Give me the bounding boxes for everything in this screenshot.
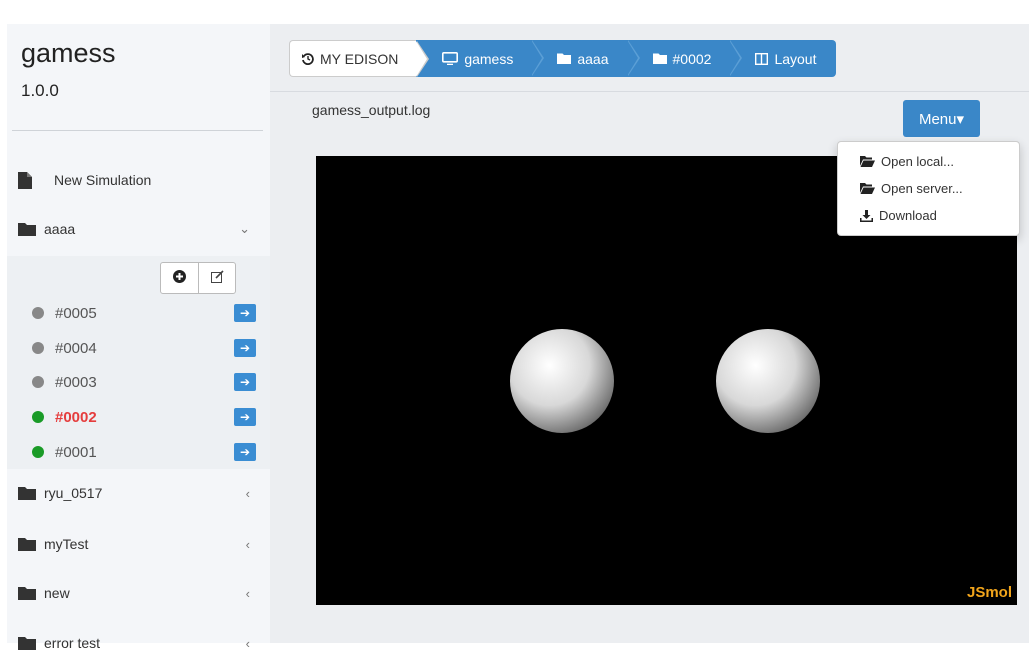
monitor-icon <box>442 52 459 65</box>
folder-icon <box>557 53 572 64</box>
breadcrumb-label: Layout <box>774 50 817 67</box>
breadcrumb-label: gamess <box>464 50 514 67</box>
job-label: #0003 <box>55 373 97 391</box>
columns-icon <box>755 52 769 65</box>
breadcrumb-job-0002[interactable]: #0002 <box>626 40 743 77</box>
job-status-dot <box>32 342 44 354</box>
folder-icon <box>18 222 40 236</box>
sidebar-folder-error-test[interactable]: error test ‹ <box>18 630 250 656</box>
sidebar-folder-aaaa[interactable]: aaaa ⌄ <box>18 216 250 242</box>
top-strip <box>0 0 1029 7</box>
open-job-button[interactable]: ➔ <box>234 304 256 322</box>
folder-icon <box>18 636 40 650</box>
jsmol-logo: JSmol <box>966 584 1012 601</box>
folder-label: new <box>44 585 70 601</box>
breadcrumb: MY EDISON gamess aaaa #0002 Layout <box>289 40 837 77</box>
edit-job-button[interactable] <box>198 263 235 293</box>
open-job-button[interactable]: ➔ <box>234 443 256 461</box>
job-item-0004[interactable]: #0004 ➔ <box>32 337 260 359</box>
arrow-right-icon: ➔ <box>239 410 251 424</box>
history-icon <box>302 52 314 65</box>
folder-label: myTest <box>44 536 89 552</box>
chevron-left-icon: ‹ <box>245 635 250 651</box>
folder-icon <box>18 537 40 551</box>
sidebar-folder-ryu-0517[interactable]: ryu_0517 ‹ <box>18 480 250 506</box>
job-label: #0002 <box>55 408 97 426</box>
job-status-dot <box>32 446 44 458</box>
menu-button[interactable]: Menu▾ <box>903 100 980 137</box>
breadcrumb-label: aaaa <box>577 50 609 67</box>
folder-label: error test <box>44 635 101 651</box>
menu-item-download[interactable]: Download <box>838 202 1019 229</box>
breadcrumb-arrow <box>531 40 543 76</box>
breadcrumb-aaaa[interactable]: aaaa <box>531 40 640 77</box>
breadcrumb-label: MY EDISON <box>320 50 399 67</box>
folder-icon <box>18 586 40 600</box>
menu-dropdown: Open local... Open server... Download <box>837 141 1020 236</box>
app-version: 1.0.0 <box>21 81 59 100</box>
arrow-right-icon: ➔ <box>239 375 251 389</box>
breadcrumb-arrow <box>729 40 741 76</box>
add-job-button[interactable] <box>161 263 198 293</box>
folder-icon <box>652 53 667 64</box>
menu-item-label: Download <box>879 208 937 223</box>
menu-item-label: Open server... <box>881 181 963 196</box>
plus-circle-icon <box>173 270 186 286</box>
job-status-dot <box>32 307 44 319</box>
chevron-left-icon: ‹ <box>245 585 250 601</box>
job-tools <box>160 262 236 294</box>
sidebar-folder-mytest[interactable]: myTest ‹ <box>18 531 250 557</box>
output-file-name: gamess_output.log <box>312 102 431 118</box>
arrow-right-icon: ➔ <box>239 445 251 459</box>
breadcrumb-gamess[interactable]: gamess <box>416 40 545 77</box>
edit-icon <box>210 270 224 286</box>
job-label: #0001 <box>55 443 97 461</box>
open-job-button[interactable]: ➔ <box>234 339 256 357</box>
atom-sphere <box>716 329 820 433</box>
sidebar-folder-new[interactable]: new ‹ <box>18 580 250 606</box>
arrow-right-icon: ➔ <box>239 306 251 320</box>
open-job-button[interactable]: ➔ <box>234 408 256 426</box>
app-title: gamess <box>21 38 116 68</box>
atom-sphere <box>510 329 614 433</box>
chevron-left-icon: ‹ <box>245 485 250 501</box>
job-item-0002[interactable]: #0002 ➔ <box>32 406 260 428</box>
menu-item-label: Open local... <box>881 154 954 169</box>
job-item-0001[interactable]: #0001 ➔ <box>32 441 260 463</box>
file-icon <box>18 171 40 189</box>
folder-label: ryu_0517 <box>44 485 103 501</box>
folder-open-icon <box>860 183 875 194</box>
job-item-0005[interactable]: #0005 ➔ <box>32 302 260 324</box>
breadcrumb-arrow <box>626 40 638 76</box>
job-status-dot <box>32 411 44 423</box>
folder-label: aaaa <box>44 221 76 237</box>
app-window: gamess 1.0.0 New Simulation aaaa ⌄ #0005… <box>0 0 1029 651</box>
chevron-down-icon: ⌄ <box>239 221 250 236</box>
sidebar-divider <box>12 130 263 131</box>
breadcrumb-layout[interactable]: Layout <box>729 40 837 77</box>
folder-open-icon <box>860 156 875 167</box>
menu-item-open-server[interactable]: Open server... <box>838 175 1019 202</box>
open-job-button[interactable]: ➔ <box>234 373 256 391</box>
job-item-0003[interactable]: #0003 ➔ <box>32 371 260 393</box>
menu-item-open-local[interactable]: Open local... <box>838 148 1019 175</box>
download-icon <box>860 209 873 222</box>
breadcrumb-arrow <box>416 41 428 77</box>
new-simulation-label: New Simulation <box>54 172 152 188</box>
job-label: #0005 <box>55 304 97 322</box>
breadcrumb-label: #0002 <box>672 50 712 67</box>
folder-icon <box>18 486 40 500</box>
arrow-right-icon: ➔ <box>239 341 251 355</box>
chevron-left-icon: ‹ <box>245 536 250 552</box>
job-label: #0004 <box>55 339 97 357</box>
job-status-dot <box>32 376 44 388</box>
breadcrumb-my-edison[interactable]: MY EDISON <box>289 40 430 77</box>
new-simulation-link[interactable]: New Simulation <box>18 167 250 193</box>
